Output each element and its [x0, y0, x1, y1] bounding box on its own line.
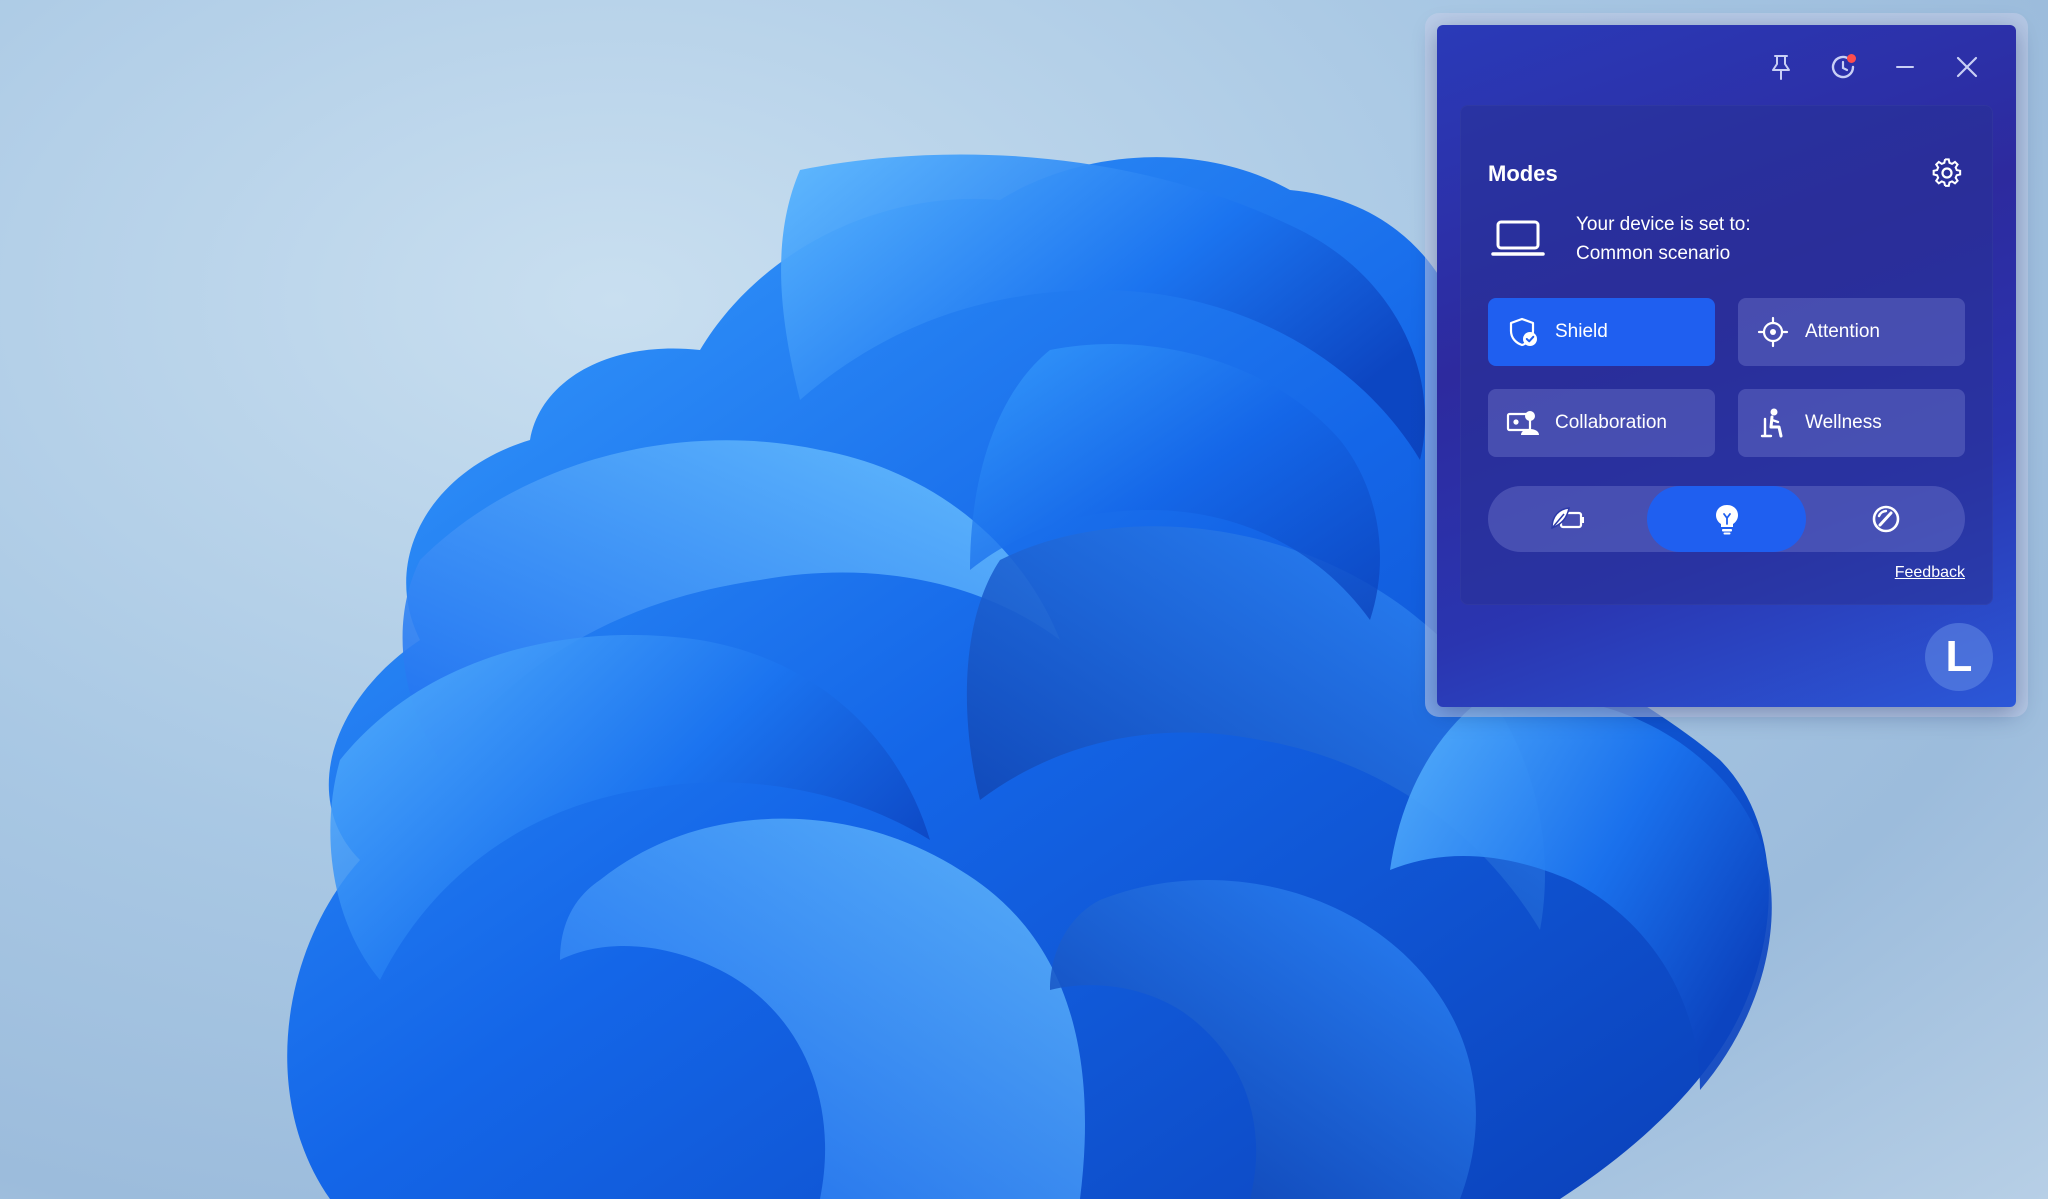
mode-collaboration-label: Collaboration: [1555, 412, 1667, 433]
device-status: Your device is set to: Common scenario: [1488, 210, 1751, 268]
device-status-line1: Your device is set to:: [1576, 214, 1751, 235]
power-performance-option[interactable]: [1806, 486, 1965, 552]
laptop-icon: [1488, 211, 1548, 267]
title-bar-controls: [1750, 47, 1998, 87]
panel-title: Modes: [1488, 161, 1558, 186]
modes-panel: Modes Your device is set to: Common scen…: [1460, 105, 1993, 605]
lightbulb-icon: [1715, 505, 1738, 535]
mode-shield-label: Shield: [1555, 321, 1608, 342]
mode-wellness-label: Wellness: [1805, 412, 1882, 433]
pin-button[interactable]: [1750, 47, 1812, 87]
user-avatar[interactable]: L: [1925, 623, 1993, 691]
power-battery-saver-option[interactable]: [1488, 486, 1647, 552]
pin-icon: [1772, 55, 1790, 80]
mode-shield-button[interactable]: Shield: [1488, 298, 1715, 366]
mode-wellness-button[interactable]: Wellness: [1738, 389, 1965, 457]
notification-dot: [1847, 54, 1856, 63]
gauge-icon: [1872, 505, 1899, 533]
seated-person-icon: [1756, 406, 1790, 440]
desktop: Modes Your device is set to: Common scen…: [0, 0, 2048, 1199]
smart-modes-widget: Modes Your device is set to: Common scen…: [1437, 25, 2016, 707]
battery-leaf-icon: [1550, 507, 1584, 530]
device-scenario: Common scenario: [1576, 243, 1731, 264]
gear-icon: [1932, 158, 1962, 187]
device-status-text: Your device is set to: Common scenario: [1576, 210, 1751, 268]
settings-button[interactable]: [1927, 153, 1967, 193]
power-balanced-option[interactable]: [1647, 486, 1806, 552]
close-button[interactable]: [1936, 47, 1998, 87]
presenter-icon: [1506, 406, 1540, 440]
crosshair-icon: [1756, 315, 1790, 349]
refresh-button[interactable]: [1812, 47, 1874, 87]
shield-check-icon: [1506, 315, 1540, 349]
mode-attention-label: Attention: [1805, 321, 1880, 342]
minimize-icon: [1896, 66, 1914, 68]
close-icon: [1956, 56, 1978, 78]
power-mode-selector: [1488, 486, 1965, 552]
minimize-button[interactable]: [1874, 47, 1936, 87]
feedback-link[interactable]: Feedback: [1895, 564, 1965, 582]
mode-collaboration-button[interactable]: Collaboration: [1488, 389, 1715, 457]
mode-attention-button[interactable]: Attention: [1738, 298, 1965, 366]
